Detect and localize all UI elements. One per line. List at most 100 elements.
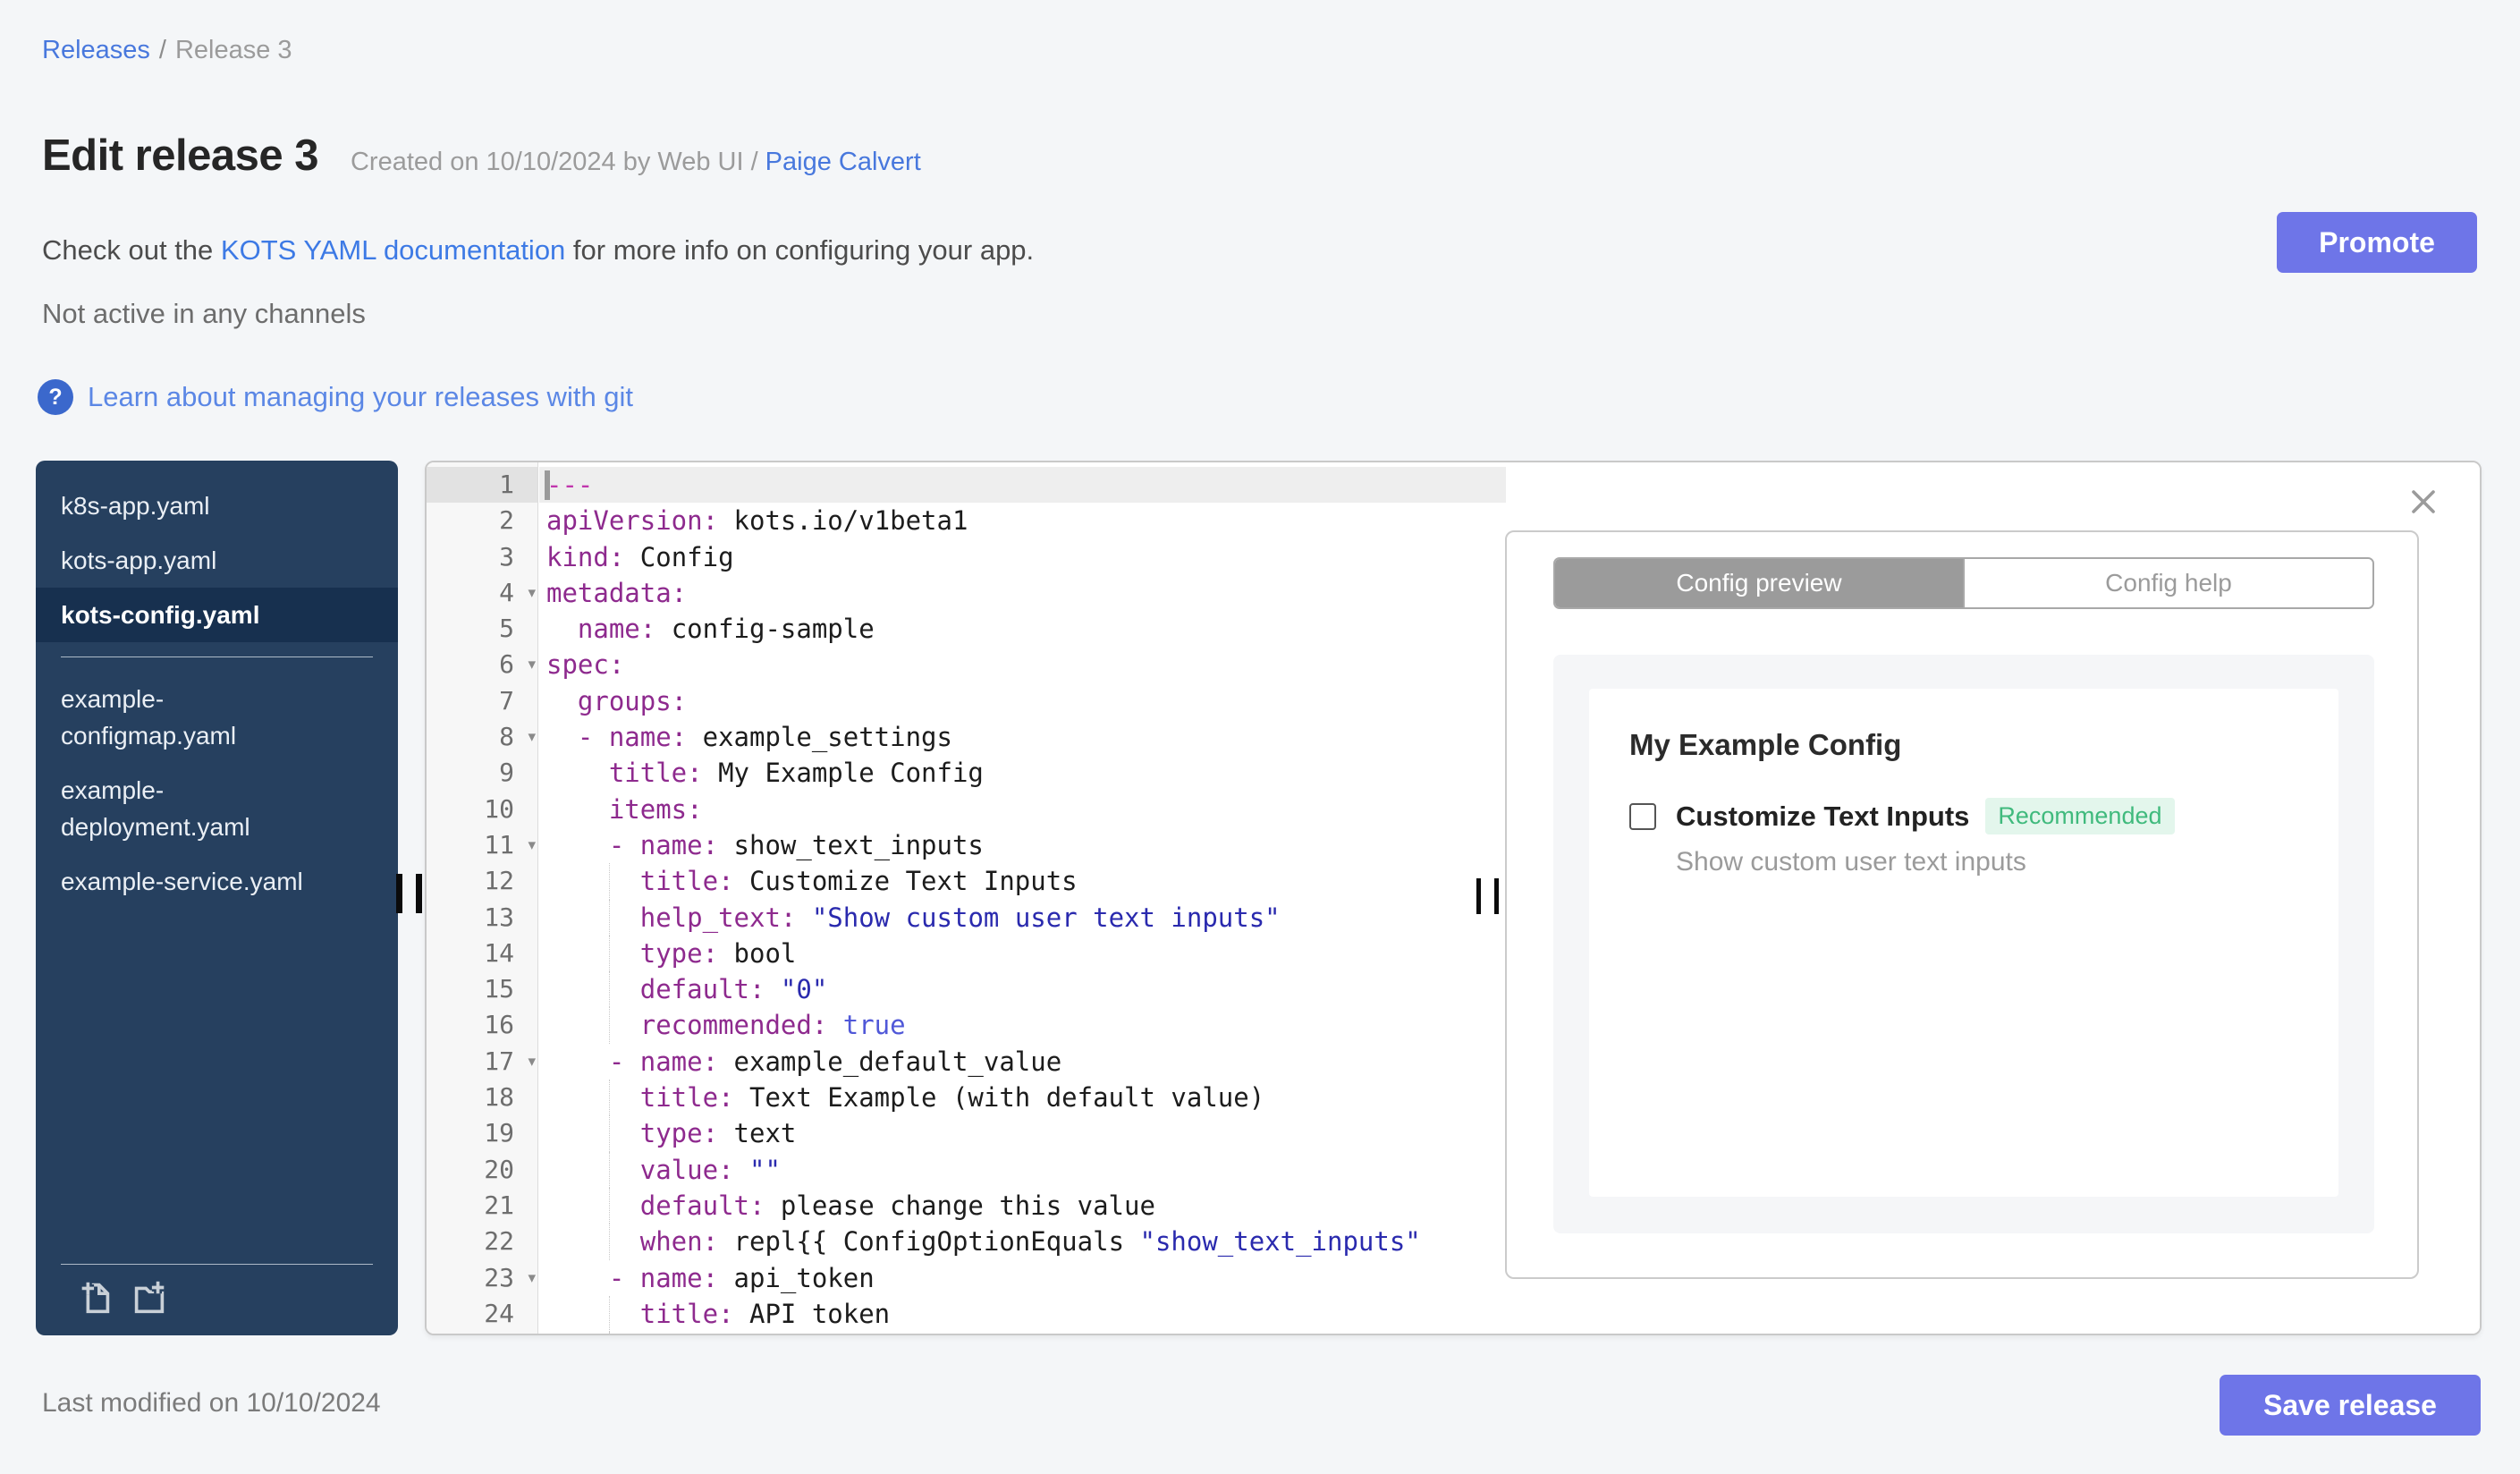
intro-text: Check out the KOTS YAML documentation fo… — [42, 234, 1035, 266]
sidebar-file-example-service.yaml[interactable]: example-service.yaml — [36, 854, 398, 909]
sidebar-file-example-configmap.yaml[interactable]: example-configmap.yaml — [36, 672, 398, 763]
code-line-14[interactable]: type: bool — [539, 935, 1506, 972]
line-number-14: 14 — [484, 937, 514, 968]
code-line-5[interactable]: name: config-sample — [539, 611, 1506, 647]
channel-status: Not active in any channels — [42, 298, 366, 329]
config-preview-panel: Config preview Config help My Example Con… — [1505, 462, 2480, 1334]
new-file-icon[interactable] — [75, 1277, 116, 1323]
code-line-3[interactable]: kind: Config — [539, 539, 1506, 575]
line-number-17: 17 ▾ — [427, 1044, 537, 1080]
promote-button[interactable]: Promote — [2277, 212, 2477, 273]
fold-arrow-icon[interactable]: ▾ — [528, 647, 536, 682]
line-number-25: 25 — [427, 1332, 537, 1334]
line-number-6: 6 ▾ — [427, 647, 537, 682]
sidebar-resize-handle[interactable] — [396, 874, 422, 913]
config-item-row: Customize Text Inputs Recommended — [1629, 798, 2298, 834]
line-number-9: 9 — [499, 758, 514, 788]
yaml-editor[interactable]: --- apiVersion: kots.io/v1beta1 kind: Conf… — [539, 462, 1506, 1334]
indent-guide — [609, 935, 610, 972]
sidebar-footer — [36, 1264, 398, 1335]
sidebar-file-kots-config.yaml[interactable]: kots-config.yaml — [36, 588, 398, 642]
page-title: Edit release 3 — [42, 131, 318, 180]
sidebar-file-kots-app.yaml[interactable]: kots-app.yaml — [36, 533, 398, 588]
line-number-20: 20 — [484, 1154, 514, 1184]
tab-config-preview[interactable]: Config preview — [1555, 559, 1963, 607]
code-line-12[interactable]: title: Customize Text Inputs — [539, 863, 1506, 900]
code-line-9[interactable]: title: My Example Config — [539, 755, 1506, 791]
code-line-20[interactable]: value: "" — [539, 1151, 1506, 1188]
code-line-18[interactable]: title: Text Example (with default value) — [539, 1080, 1506, 1116]
line-number-15: 15 — [484, 974, 514, 1004]
code-line-10[interactable]: items: — [539, 792, 1506, 827]
line-number-16: 16 — [484, 1010, 514, 1040]
fold-arrow-icon[interactable]: ▾ — [528, 575, 536, 611]
text-cursor — [545, 470, 550, 500]
line-number-21: 21 — [484, 1190, 514, 1220]
fold-arrow-icon[interactable]: ▾ — [528, 827, 536, 863]
code-line-17[interactable]: - name: example_default_value — [539, 1044, 1506, 1080]
line-number-5: 5 — [499, 614, 514, 644]
new-folder-icon[interactable] — [129, 1277, 170, 1323]
line-number-18: 18 — [484, 1082, 514, 1113]
release-editor-card: 1 2 3 4 ▾ 5 6 ▾ 7 8 ▾ 9 10 11 ▾ 12 13 14 15 16 17 ▾ 18 19 20 21 22… — [425, 461, 2482, 1335]
preview-tabbar: Config preview Config help — [1553, 557, 2374, 609]
tab-config-help[interactable]: Config help — [1963, 559, 2372, 607]
created-info: Created on 10/10/2024 by Web UI / Paige C… — [351, 148, 921, 177]
code-line-25[interactable]: type: password — [539, 1332, 1506, 1334]
fold-arrow-icon[interactable]: ▾ — [528, 1260, 536, 1296]
git-help-row: ? Learn about managing your releases wit… — [38, 379, 633, 415]
breadcrumb: Releases / Release 3 — [42, 36, 292, 65]
code-line-13[interactable]: help_text: "Show custom user text inputs… — [539, 899, 1506, 936]
code-line-24[interactable]: title: API token — [539, 1295, 1506, 1333]
recommended-badge: Recommended — [1985, 798, 2175, 834]
fold-arrow-icon[interactable]: ▾ — [528, 719, 536, 755]
code-line-15[interactable]: default: "0" — [539, 971, 1506, 1008]
title-row: Edit release 3 Created on 10/10/2024 by … — [42, 131, 921, 181]
code-line-7[interactable]: groups: — [539, 683, 1506, 719]
customize-text-inputs-checkbox[interactable] — [1629, 802, 1656, 830]
breadcrumb-current: Release 3 — [174, 36, 292, 64]
help-question-icon[interactable]: ? — [38, 379, 73, 415]
last-modified-text: Last modified on 10/10/2024 — [42, 1388, 381, 1418]
save-release-button[interactable]: Save release — [2220, 1375, 2481, 1436]
line-number-24: 24 — [484, 1298, 514, 1328]
code-line-19[interactable]: type: text — [539, 1115, 1506, 1152]
indent-guide — [609, 1080, 610, 1116]
line-number-8: 8 ▾ — [427, 719, 537, 755]
sidebar-file-example-deployment.yaml[interactable]: example-deployment.yaml — [36, 763, 398, 854]
code-line-23[interactable]: - name: api_token — [539, 1260, 1506, 1296]
git-releases-link[interactable]: Learn about managing your releases with … — [88, 381, 633, 413]
close-icon[interactable] — [2407, 486, 2440, 518]
file-list-manifests: example-configmap.yaml example-deployment… — [36, 672, 398, 909]
code-line-6[interactable]: spec: — [539, 647, 1506, 682]
config-item-label: Customize Text Inputs — [1676, 800, 1970, 832]
line-number-2: 2 — [499, 505, 514, 536]
sidebar-file-k8s-app.yaml[interactable]: k8s-app.yaml — [36, 479, 398, 533]
code-line-22[interactable]: when: repl{{ ConfigOptionEquals "show_te… — [539, 1224, 1506, 1260]
author-link[interactable]: Paige Calvert — [765, 148, 921, 176]
editor-line-gutter: 1 2 3 4 ▾ 5 6 ▾ 7 8 ▾ 9 10 11 ▾ 12 13 14 15 16 17 ▾ 18 19 20 21 22… — [427, 462, 538, 1334]
editor-resize-handle[interactable] — [1476, 878, 1499, 914]
config-item-help-text: Show custom user text inputs — [1676, 847, 2026, 877]
code-line-8[interactable]: - name: example_settings — [539, 719, 1506, 755]
breadcrumb-releases-link[interactable]: Releases — [42, 36, 150, 64]
indent-guide — [609, 1295, 610, 1333]
config-group-title: My Example Config — [1629, 728, 1902, 761]
code-line-1[interactable]: --- — [539, 467, 1506, 504]
code-line-21[interactable]: default: please change this value — [539, 1187, 1506, 1224]
code-line-4[interactable]: metadata: — [539, 575, 1506, 611]
file-tree-sidebar: k8s-app.yaml kots-app.yaml kots-config.yam… — [36, 461, 398, 1335]
indent-guide — [609, 1007, 610, 1044]
kots-docs-link[interactable]: KOTS YAML documentation — [221, 234, 565, 266]
code-line-16[interactable]: recommended: true — [539, 1007, 1506, 1044]
fold-arrow-icon[interactable]: ▾ — [528, 1044, 536, 1080]
code-line-11[interactable]: - name: show_text_inputs — [539, 827, 1506, 863]
line-number-3: 3 — [499, 541, 514, 572]
line-number-23: 23 ▾ — [427, 1260, 537, 1296]
line-number-22: 22 — [484, 1226, 514, 1257]
file-list-kots: k8s-app.yaml kots-app.yaml kots-config.yam… — [36, 479, 398, 642]
breadcrumb-separator: / — [158, 36, 166, 64]
indent-guide — [609, 863, 610, 900]
line-number-13: 13 — [484, 902, 514, 932]
code-line-2[interactable]: apiVersion: kots.io/v1beta1 — [539, 503, 1506, 538]
